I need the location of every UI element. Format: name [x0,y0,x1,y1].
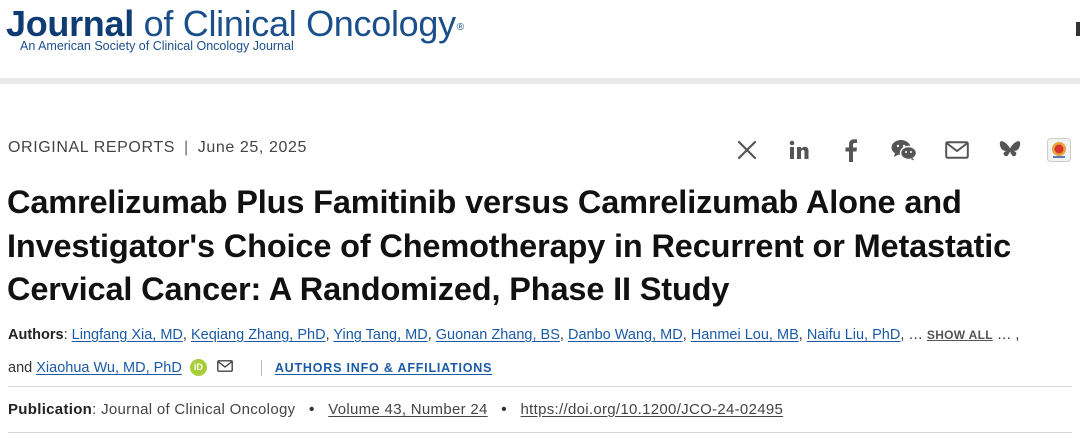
email-icon[interactable] [943,136,971,164]
authors-ellipsis: … [908,327,923,343]
author-link[interactable]: Lingfang Xia, MD [72,327,183,343]
section-rule [8,386,1072,387]
orcid-icon[interactable]: iD [189,359,207,376]
mendeley-icon[interactable] [1045,136,1073,164]
author-link[interactable]: Naifu Liu, PhD [807,327,901,343]
volume-link[interactable]: Volume 43, Number 24 [328,401,487,418]
authors-and: and [8,359,33,376]
linkedin-icon[interactable] [785,136,813,164]
site-header: Journal of Clinical Oncology® An America… [0,0,1080,78]
affiliations-divider [260,359,262,376]
article-meta: ORIGINAL REPORTS | June 25, 2025 [8,139,307,157]
registered-mark: ® [456,22,464,33]
bullet-separator: • [308,401,315,418]
section-rule-bottom [8,432,1072,433]
article-category: ORIGINAL REPORTS [8,139,175,156]
author-link[interactable]: Hanmei Lou, MB [691,327,799,343]
facebook-icon[interactable] [837,136,865,164]
publication-label: Publication [8,401,93,418]
bullet-separator: • [501,401,508,418]
header-edge-marker [1076,22,1080,36]
author-link-last[interactable]: Xiaohua Wu, MD, PhD [36,360,182,376]
author-link[interactable]: Ying Tang, MD [333,327,427,343]
publication-journal: Journal of Clinical Oncology [101,401,296,418]
meta-separator: | [183,139,189,156]
logo-word-journal: Journal [6,3,134,44]
publication-line: Publication: Journal of Clinical Oncolog… [8,401,783,419]
bluesky-icon[interactable] [996,136,1024,164]
authors-trailing: … , [996,327,1020,343]
authors-label: Authors [8,327,64,343]
header-divider [0,78,1080,84]
doi-link[interactable]: https://doi.org/10.1200/JCO-24-02495 [521,401,784,418]
show-all-authors-button[interactable]: SHOW ALL [927,328,993,342]
publication-colon: : [92,401,97,418]
authors-affiliations-link[interactable]: AUTHORS INFO & AFFILIATIONS [275,361,492,375]
article-date: June 25, 2025 [197,139,307,156]
journal-logo[interactable]: Journal of Clinical Oncology® [6,4,464,44]
x-icon[interactable] [733,136,761,164]
authors-line-2: and Xiaohua Wu, MD, PhD iD AUTHORS INFO … [8,359,492,376]
article-title: Camrelizumab Plus Famitinib versus Camre… [7,184,1012,307]
author-link[interactable]: Keqiang Zhang, PhD [191,327,326,343]
wechat-icon[interactable] [889,136,919,164]
author-email-icon[interactable] [216,359,233,376]
logo-subtitle: An American Society of Clinical Oncology… [20,39,294,53]
author-link[interactable]: Danbo Wang, MD [568,327,683,343]
authors-colon: : [63,327,68,343]
authors-line: Authors: Lingfang Xia, MD, Keqiang Zhang… [8,327,1020,343]
logo-word-rest: of Clinical Oncology [143,3,456,44]
author-link[interactable]: Guonan Zhang, BS [436,327,560,343]
